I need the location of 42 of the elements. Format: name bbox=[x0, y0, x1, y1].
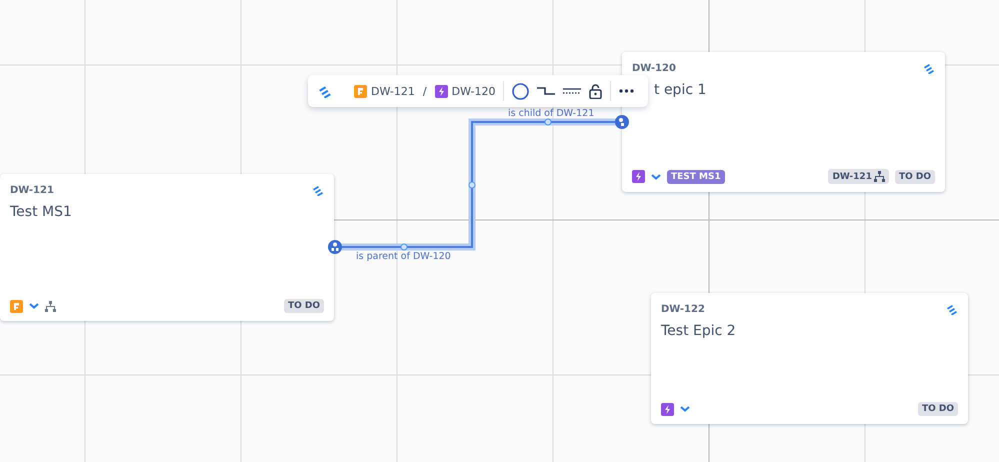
issue-key: DW-122 bbox=[661, 304, 705, 314]
hierarchy-icon bbox=[874, 171, 885, 182]
elbow-line-icon[interactable] bbox=[537, 86, 556, 96]
lightning-icon bbox=[661, 402, 674, 416]
stripes-icon bbox=[312, 184, 324, 196]
issue-card[interactable]: DW-120 t epic 1 TEST MS1 DW-121 TO DO bbox=[622, 52, 945, 192]
chevron-down-icon[interactable] bbox=[680, 406, 690, 412]
issue-card[interactable]: DW-122 Test Epic 2 TO DO bbox=[651, 293, 968, 424]
issue-title: Test MS1 bbox=[10, 204, 72, 220]
issue-label: TEST MS1 bbox=[667, 170, 725, 184]
circle-icon[interactable] bbox=[512, 82, 530, 100]
breadcrumb-link[interactable]: DW-120 bbox=[434, 84, 496, 98]
connector-label: is child of DW-121 bbox=[508, 108, 594, 119]
breadcrumb-link[interactable]: DW-121 bbox=[354, 84, 415, 98]
handle-icon[interactable] bbox=[544, 118, 552, 126]
status-badge: TO DO bbox=[894, 170, 935, 184]
status-badge: TO DO bbox=[918, 402, 958, 416]
dotted-line-icon[interactable] bbox=[563, 87, 582, 95]
issue-card[interactable]: DW-121 Test MS1 TO DO bbox=[0, 174, 334, 321]
child-endpoint-icon[interactable] bbox=[615, 115, 629, 129]
lightning-icon bbox=[434, 84, 448, 98]
chevron-down-icon[interactable] bbox=[29, 303, 39, 309]
status-badge: TO DO bbox=[284, 299, 324, 313]
issue-title: t epic 1 bbox=[654, 82, 706, 98]
issue-key: DW-120 bbox=[632, 62, 676, 74]
unlock-icon[interactable] bbox=[589, 84, 602, 98]
connector-label: is parent of DW-120 bbox=[356, 251, 451, 262]
stripes-icon bbox=[923, 62, 935, 74]
flag-icon bbox=[354, 84, 367, 98]
more-icon[interactable] bbox=[619, 89, 634, 93]
breadcrumb-separator: / bbox=[422, 84, 427, 98]
lightning-icon bbox=[632, 170, 645, 183]
flag-icon bbox=[10, 300, 23, 312]
stripes-icon bbox=[946, 303, 958, 315]
parent-badge: DW-121 bbox=[828, 169, 889, 184]
issue-title: Test Epic 2 bbox=[661, 323, 736, 339]
stripes-icon bbox=[318, 84, 332, 98]
handle-icon[interactable] bbox=[400, 244, 408, 250]
parent-endpoint-icon[interactable] bbox=[328, 240, 342, 254]
issue-key: DW-121 bbox=[10, 184, 54, 196]
handle-icon[interactable] bbox=[468, 182, 476, 188]
chevron-down-icon[interactable] bbox=[651, 174, 661, 180]
